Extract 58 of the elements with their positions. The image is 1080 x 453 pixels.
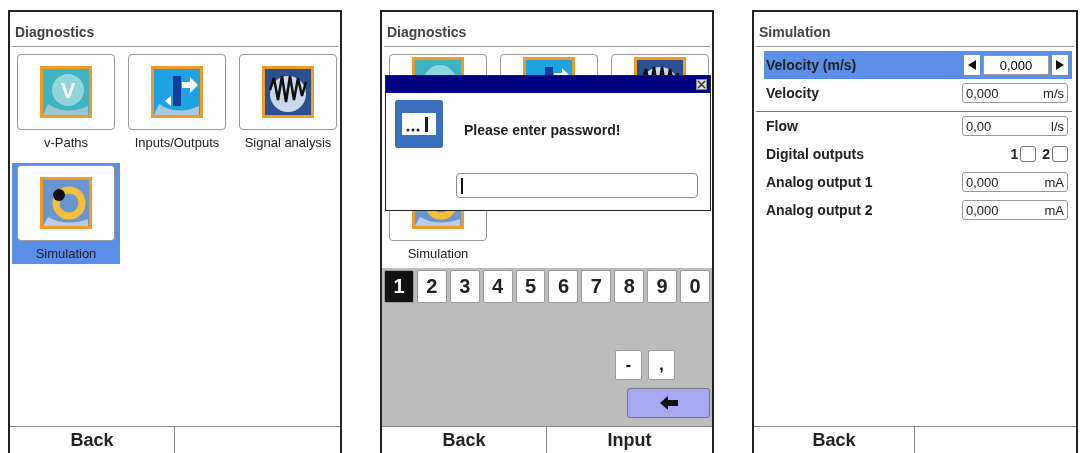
- digit-key[interactable]: 3: [449, 270, 480, 303]
- form-row[interactable]: Velocity (m/s) 0,000: [764, 51, 1072, 79]
- screen-title: Diagnostics: [384, 12, 710, 47]
- backspace-button[interactable]: [627, 388, 710, 418]
- form-row[interactable]: Analog output 1 0,000 mA: [764, 168, 1072, 196]
- form-row[interactable]: Velocity 0,000 m/s: [764, 79, 1072, 107]
- row-label: Analog output 1: [766, 174, 873, 190]
- symbol-key[interactable]: ,: [648, 350, 675, 380]
- row-label: Velocity: [766, 85, 819, 101]
- increment-button[interactable]: [1052, 55, 1068, 75]
- screen-title: Simulation: [756, 12, 1074, 47]
- digit-key[interactable]: 1: [384, 270, 414, 303]
- tile-label: v-Paths: [43, 135, 89, 150]
- row-label: Digital outputs: [766, 146, 864, 162]
- triangle-right-icon: [1056, 60, 1064, 70]
- checkbox-label: 2: [1042, 146, 1050, 162]
- form-row[interactable]: Analog output 2 0,000 mA: [764, 196, 1072, 224]
- menu-tile[interactable]: Inputs/Outputs: [123, 52, 231, 153]
- value-field[interactable]: 0,000: [983, 55, 1049, 75]
- arrow-left-icon: [659, 396, 678, 410]
- value-field[interactable]: 0,00 l/s: [962, 116, 1068, 136]
- digit-key[interactable]: 4: [482, 270, 513, 303]
- row-label: Analog output 2: [766, 202, 873, 218]
- password-icon: [394, 99, 444, 149]
- value-field[interactable]: 0,000 m/s: [962, 83, 1068, 103]
- screen-title: Diagnostics: [12, 12, 338, 47]
- digit-key[interactable]: 9: [647, 270, 678, 303]
- waveform-icon: [260, 64, 316, 120]
- digit-key[interactable]: 8: [614, 270, 645, 303]
- digit-key[interactable]: 0: [680, 270, 710, 303]
- checkbox[interactable]: [1020, 146, 1037, 162]
- tile-label: Simulation: [35, 246, 97, 261]
- digit-key[interactable]: 7: [581, 270, 612, 303]
- digit-key[interactable]: 2: [416, 270, 447, 303]
- value-field[interactable]: 0,000 mA: [962, 200, 1068, 220]
- close-button[interactable]: [696, 79, 707, 90]
- checkbox[interactable]: [1052, 146, 1068, 162]
- password-field[interactable]: [456, 173, 698, 198]
- tile-label: Signal analysis: [244, 135, 332, 150]
- menu-tile[interactable]: V v-Paths: [12, 52, 120, 153]
- letter-icon: V: [38, 64, 94, 120]
- tile-label: Inputs/Outputs: [134, 135, 220, 150]
- tile-label: Simulation: [407, 246, 469, 261]
- ring-icon: [38, 175, 94, 231]
- value-field[interactable]: 0,000 mA: [962, 172, 1068, 192]
- digit-key[interactable]: 6: [548, 270, 579, 303]
- menu-tile[interactable]: Simulation: [12, 163, 120, 264]
- row-label: Velocity (m/s): [766, 57, 857, 73]
- dialog-message: Please enter password!: [464, 122, 622, 138]
- form-row[interactable]: Flow 0,00 l/s: [764, 112, 1072, 140]
- form-row[interactable]: Digital outputs 1 2: [764, 140, 1072, 168]
- row-label: Flow: [766, 118, 798, 134]
- decrement-button[interactable]: [964, 55, 980, 75]
- checkbox-label: 1: [1010, 146, 1019, 162]
- menu-tile[interactable]: Signal analysis: [234, 52, 342, 153]
- triangle-left-icon: [968, 60, 976, 70]
- digit-key[interactable]: 5: [515, 270, 546, 303]
- symbol-key[interactable]: -: [615, 350, 642, 380]
